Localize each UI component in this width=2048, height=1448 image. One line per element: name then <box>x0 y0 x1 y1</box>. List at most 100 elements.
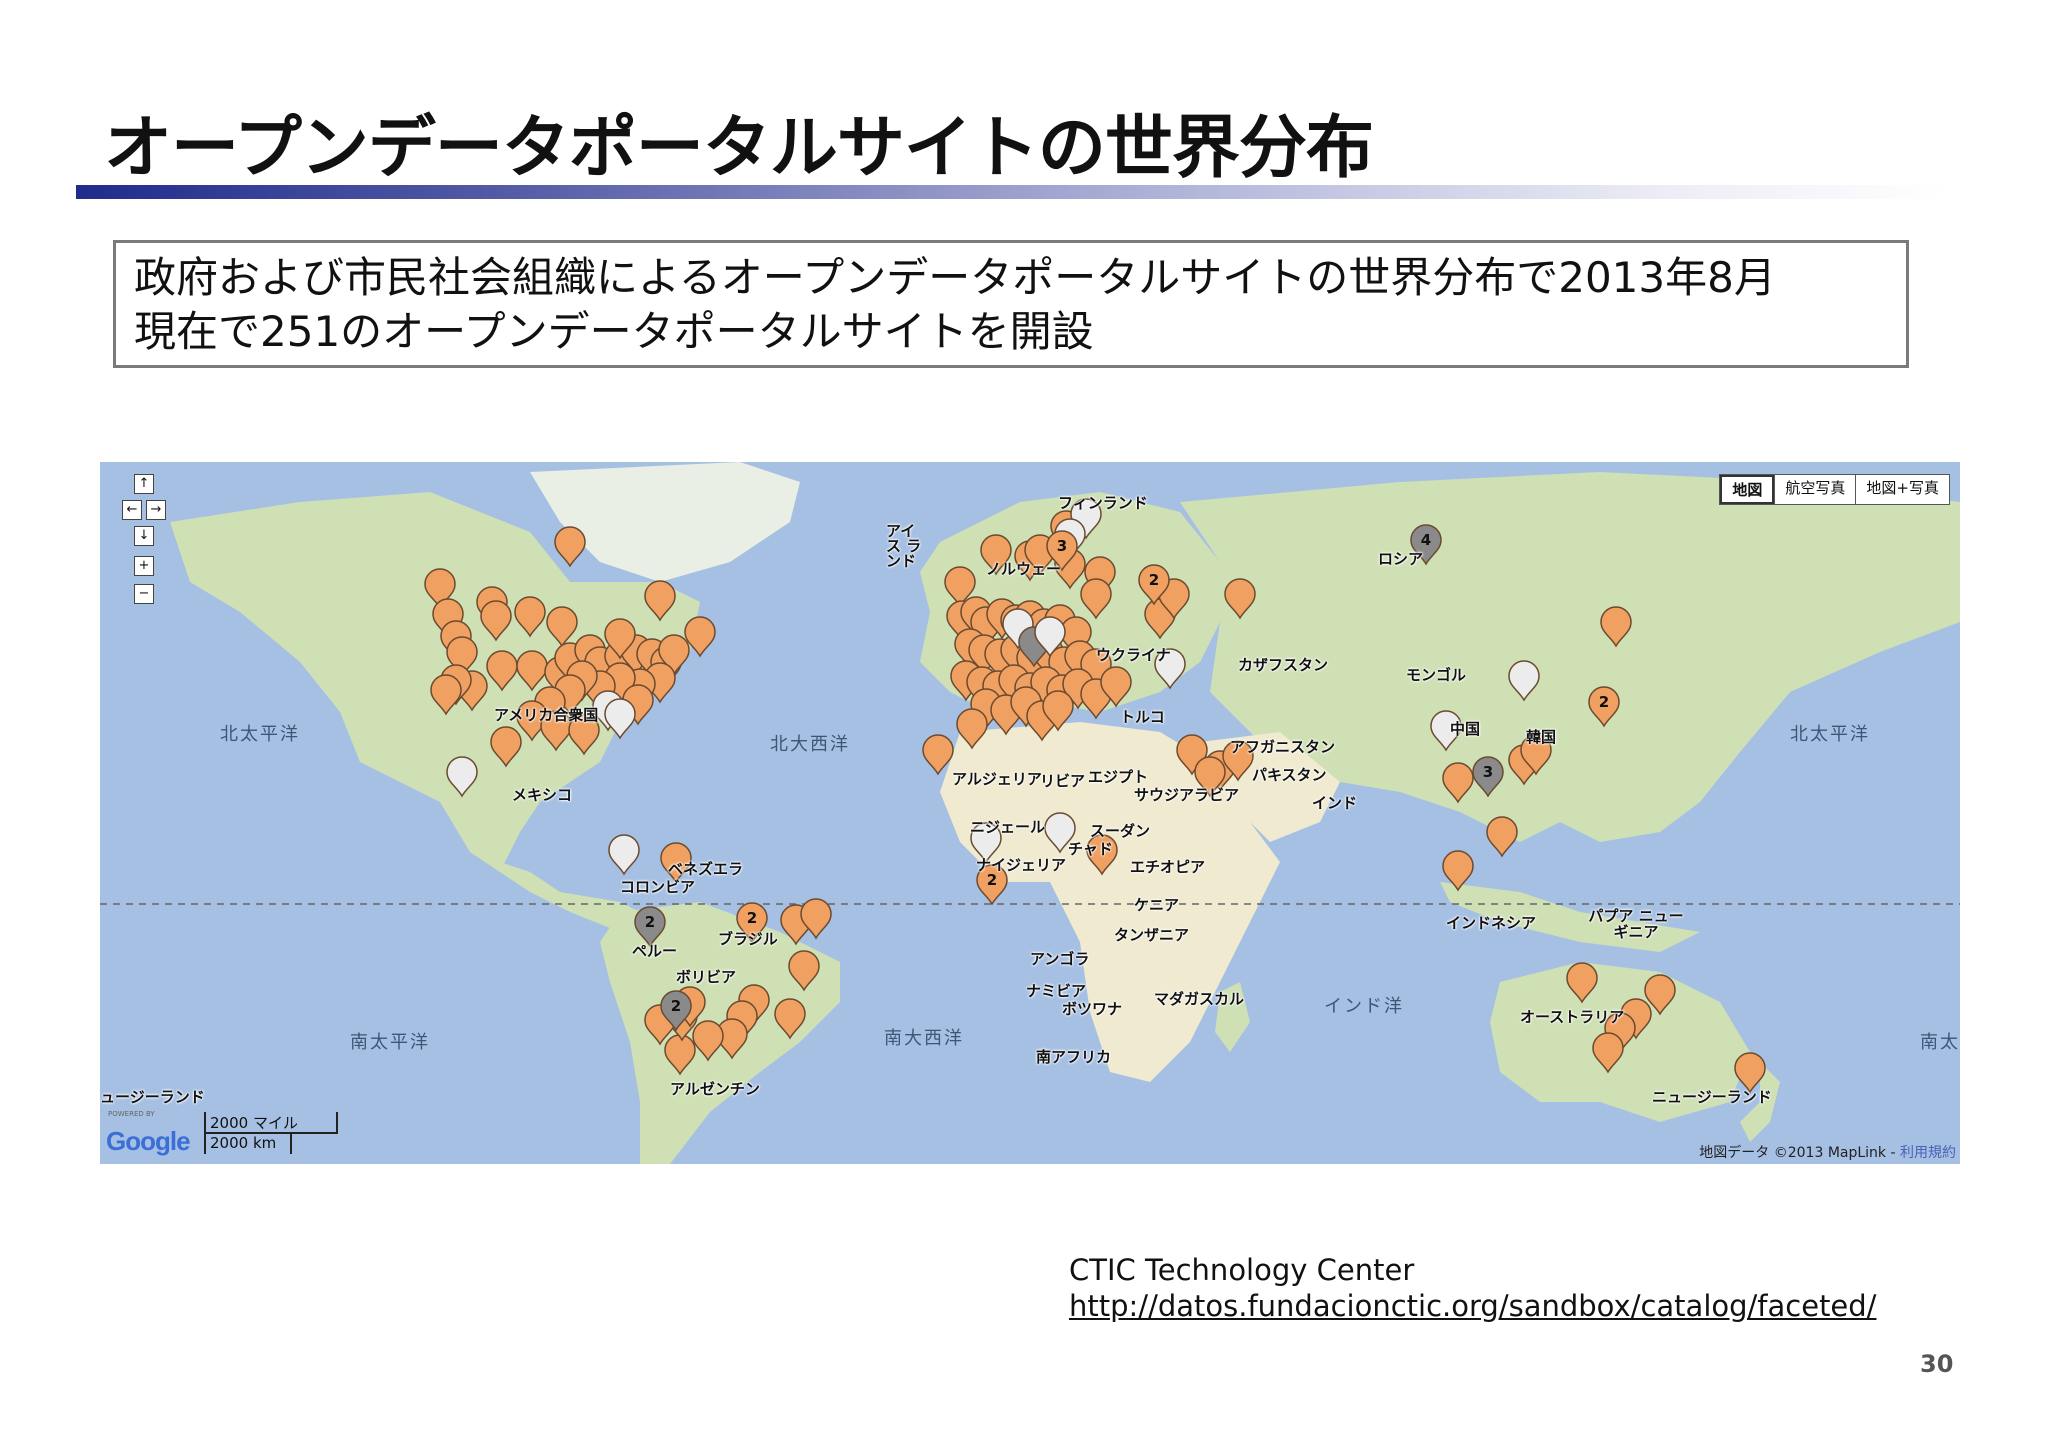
svg-text:2: 2 <box>747 909 757 927</box>
svg-text:4: 4 <box>1421 531 1431 549</box>
summary-box: 政府および市民社会組織によるオープンデータポータルサイトの世界分布で2013年8… <box>113 240 1909 368</box>
label-turkey: トルコ <box>1120 708 1165 726</box>
portal-marker[interactable] <box>546 606 578 648</box>
label-kazakhstan: カザフスタン <box>1238 656 1329 674</box>
label-korea: 韓国 <box>1526 728 1557 746</box>
satellite-type-button[interactable]: 航空写真 <box>1774 475 1855 504</box>
scale-miles: 2000 マイル <box>204 1112 338 1134</box>
portal-marker[interactable] <box>486 650 518 692</box>
portal-marker[interactable] <box>664 1034 696 1076</box>
svg-text:3: 3 <box>1057 537 1067 555</box>
label-nigeria: ナイジェリア <box>976 856 1067 874</box>
label-south-africa: 南アフリカ <box>1036 1048 1112 1066</box>
portal-marker[interactable] <box>446 756 478 798</box>
powered-by-text: POWERED BY <box>108 1110 155 1118</box>
portal-marker[interactable] <box>1442 850 1474 892</box>
summary-line-2: 現在で251のオープンデータポータルサイトを開設 <box>134 307 1094 356</box>
portal-marker[interactable] <box>554 526 586 568</box>
svg-text:2: 2 <box>1149 571 1159 589</box>
credit-url-link[interactable]: http://datos.fundacionctic.org/sandbox/c… <box>1069 1289 1876 1323</box>
label-niger: ニジェール <box>970 818 1046 836</box>
pan-right-icon[interactable]: → <box>146 500 166 520</box>
label-mongolia: モンゴル <box>1406 666 1467 684</box>
label-norway: ノルウェー <box>986 560 1062 578</box>
pan-left-icon[interactable]: ← <box>122 500 142 520</box>
label-pakistan: パキスタン <box>1252 766 1327 784</box>
label-usa: アメリカ合衆国 <box>494 706 599 724</box>
portal-marker[interactable] <box>1508 660 1540 702</box>
map-attribution: 地図データ ©2013 MapLink - 利用規約 <box>1699 1142 1956 1162</box>
label-china: 中国 <box>1450 720 1481 738</box>
label-colombia: コロンビア <box>620 878 696 896</box>
portal-marker[interactable] <box>788 950 820 992</box>
portal-marker[interactable] <box>774 998 806 1040</box>
ocean-label-indian: インド洋 <box>1324 996 1404 1017</box>
label-angola: アンゴラ <box>1030 950 1090 968</box>
summary-line-1: 政府および市民社会組織によるオープンデータポータルサイトの世界分布で2013年8… <box>134 253 1776 302</box>
portal-marker[interactable] <box>1592 1032 1624 1074</box>
pan-down-icon[interactable]: ↓ <box>134 526 154 546</box>
portal-marker[interactable] <box>516 650 548 692</box>
attribution-text: 地図データ ©2013 MapLink - <box>1699 1145 1900 1161</box>
ocean-label-s-atlantic: 南大西洋 <box>884 1028 964 1049</box>
hybrid-type-button[interactable]: 地図+写真 <box>1855 475 1949 504</box>
credit-org: CTIC Technology Center <box>1069 1253 1415 1287</box>
ocean-label-n-pacific-east: 北太平洋 <box>1790 724 1870 745</box>
portal-marker[interactable] <box>1224 578 1256 620</box>
zoom-in-icon[interactable]: + <box>134 556 154 576</box>
label-tanzania: タンザニア <box>1114 926 1190 944</box>
portal-marker[interactable] <box>1442 762 1474 804</box>
title-underline <box>76 185 1946 199</box>
label-new-zealand-west: ュージーランド <box>100 1088 205 1106</box>
terms-link[interactable]: 利用規約 <box>1900 1145 1956 1161</box>
label-bolivia: ボリビア <box>676 968 737 986</box>
page-number: 30 <box>1920 1350 1954 1378</box>
label-australia: オーストラリア <box>1520 1008 1625 1026</box>
portal-marker[interactable] <box>604 698 636 740</box>
map-type-button[interactable]: 地図 <box>1720 475 1775 504</box>
portal-marker[interactable] <box>922 734 954 776</box>
portal-marker[interactable] <box>514 596 546 638</box>
ocean-label-n-pacific-west: 北太平洋 <box>220 724 300 745</box>
label-algeria: アルジェリア <box>952 770 1042 788</box>
scale-km: 2000 km <box>204 1134 292 1154</box>
label-brazil: ブラジル <box>718 930 778 948</box>
map-scale-area: POWERED BY Google 2000 マイル 2000 km <box>104 1110 364 1160</box>
portal-marker[interactable] <box>1600 606 1632 648</box>
scale-bar: 2000 マイル 2000 km <box>204 1112 338 1154</box>
portal-marker[interactable]: 3 <box>1472 756 1504 798</box>
portal-marker[interactable]: 2 <box>1588 686 1620 728</box>
label-kenya: ケニア <box>1134 896 1180 914</box>
label-madagascar: マダガスカル <box>1154 990 1245 1008</box>
label-ethiopia: エチオピア <box>1130 858 1206 876</box>
pan-up-icon[interactable]: ↑ <box>134 474 154 494</box>
label-botswana: ボツワナ <box>1062 1000 1123 1018</box>
portal-marker[interactable] <box>1566 962 1598 1004</box>
label-ukraine: ウクライナ <box>1096 646 1171 664</box>
world-map[interactable]: 324223222 北太平洋 北大西洋 北太平洋 南太平洋 南大西洋 インド洋 … <box>100 462 1960 1164</box>
portal-marker[interactable] <box>490 726 522 768</box>
portal-marker[interactable] <box>956 708 988 750</box>
map-type-control: 地図 航空写真 地図+写真 <box>1719 474 1950 505</box>
ocean-label-n-atlantic: 北大西洋 <box>770 734 850 755</box>
label-chad: チャド <box>1068 840 1113 858</box>
source-credit: CTIC Technology Center http://datos.fund… <box>1069 1252 1876 1324</box>
portal-marker[interactable] <box>608 834 640 876</box>
slide-title: オープンデータポータルサイトの世界分布 <box>104 109 1374 188</box>
portal-marker[interactable] <box>644 580 676 622</box>
portal-marker[interactable] <box>1486 816 1518 858</box>
label-argentina: アルゼンチン <box>670 1080 760 1098</box>
svg-text:2: 2 <box>671 997 681 1015</box>
svg-text:2: 2 <box>1599 693 1609 711</box>
label-india: インド <box>1312 794 1358 812</box>
portal-marker[interactable] <box>1080 578 1112 620</box>
portal-marker[interactable] <box>430 674 462 716</box>
portal-marker[interactable] <box>480 600 512 642</box>
portal-marker[interactable] <box>692 1020 724 1062</box>
label-libya: リビア <box>1040 772 1086 790</box>
label-iceland: アイス ランド <box>886 522 922 570</box>
svg-text:2: 2 <box>645 913 655 931</box>
label-afghanistan: アフガニスタン <box>1230 738 1336 756</box>
zoom-out-icon[interactable]: − <box>134 584 154 604</box>
ocean-label-s-pacific-east: 南太 <box>1920 1032 1960 1053</box>
